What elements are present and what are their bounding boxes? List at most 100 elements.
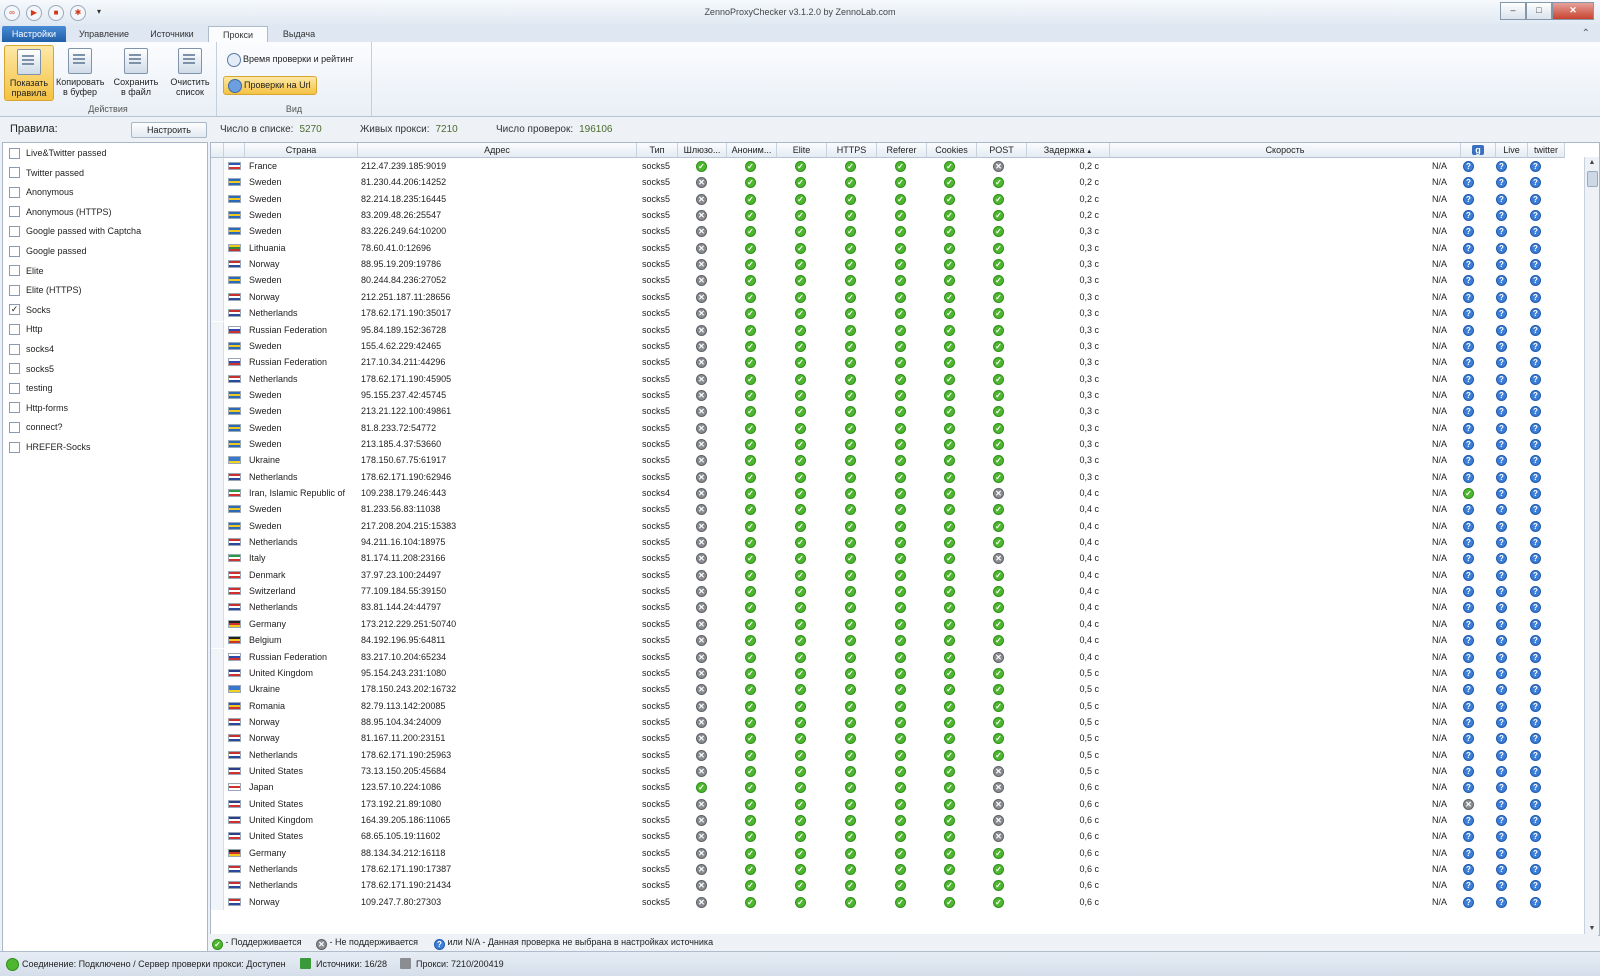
column-anonymous[interactable]: Аноним... [727,143,777,158]
rule-item[interactable]: socks4 [9,342,54,356]
rule-checkbox[interactable] [9,167,20,179]
table-row[interactable]: Netherlands 94.211.16.104:18975 socks5 ✕ ✓ ✓ ✓… [211,534,1561,551]
table-row[interactable]: Switzerland 77.109.184.55:39150 socks5 ✕ ✓ ✓ ✓… [211,583,1561,600]
table-row[interactable]: Netherlands 178.62.171.190:25963 socks5 ✕ ✓ ✓… [211,746,1561,763]
table-row[interactable]: Norway 88.95.19.209:19786 socks5 ✕ ✓ ✓ ✓ ✓ ✓ ✓ 0,3… [211,256,1561,273]
row-header[interactable] [211,239,224,257]
table-row[interactable]: Norway 81.167.11.200:23151 socks5 ✕ ✓ ✓ ✓ ✓ ✓ ✓ 0,… [211,730,1561,747]
table-row[interactable]: Netherlands 178.62.171.190:21434 socks5 ✕ ✓ ✓… [211,877,1561,894]
rule-checkbox[interactable] [9,323,20,335]
rule-item[interactable]: ✓ Socks [9,303,51,317]
column-live[interactable]: Live [1496,143,1528,158]
row-header[interactable] [211,877,224,894]
row-header[interactable] [211,648,224,665]
minimize-button[interactable]: – [1500,2,1526,20]
row-header[interactable] [211,713,224,731]
table-row[interactable]: Iran, Islamic Republic of 109.238.179.246… [211,485,1561,502]
tab-sources[interactable]: Источники [142,26,202,42]
row-header[interactable] [211,893,224,911]
table-row[interactable]: United States 73.13.150.205:45684 socks5 ✕ ✓… [211,762,1561,780]
row-header[interactable] [211,762,224,780]
row-header[interactable] [211,207,224,224]
show-rules-button[interactable]: Показать правила [4,45,54,101]
table-row[interactable]: United States 173.192.21.89:1080 socks5 ✕ ✓ ✓… [211,795,1561,812]
help-caret-icon[interactable]: ⌃ [1582,28,1590,39]
rule-item[interactable]: Http-forms [9,401,68,415]
row-header[interactable] [211,517,224,535]
table-row[interactable]: Sweden 81.233.56.83:11038 socks5 ✕ ✓ ✓ ✓ ✓ ✓ ✓ 0,4… [211,501,1561,518]
rule-item[interactable]: testing [9,381,53,395]
rule-item[interactable]: HREFER-Socks [9,440,91,454]
table-row[interactable]: Sweden 213.21.122.100:49861 socks5 ✕ ✓ ✓ ✓ ✓ ✓ ✓ 0… [211,403,1561,420]
row-header[interactable] [211,174,224,191]
table-row[interactable]: Belgium 84.192.196.95:64811 socks5 ✕ ✓ ✓ ✓ ✓ ✓ ✓ 0… [211,632,1561,649]
rule-checkbox[interactable] [9,382,20,394]
table-row[interactable]: Norway 88.95.104.34:24009 socks5 ✕ ✓ ✓ ✓ ✓ ✓ ✓ 0,5… [211,713,1561,731]
row-header[interactable] [211,223,224,240]
table-row[interactable]: Sweden 81.8.233.72:54772 socks5 ✕ ✓ ✓ ✓ ✓ ✓ ✓ 0,3 … [211,419,1561,436]
clear-list-button[interactable]: Очистить список [166,45,214,99]
table-row[interactable]: Netherlands 178.62.171.190:45905 socks5 ✕ ✓ ✓… [211,370,1561,387]
table-row[interactable]: Romania 82.79.113.142:20085 socks5 ✕ ✓ ✓ ✓ ✓ ✓ ✓ 0… [211,697,1561,714]
row-header[interactable] [211,812,224,829]
row-header[interactable] [211,370,224,387]
table-row[interactable]: Sweden 82.214.18.235:16445 socks5 ✕ ✓ ✓ ✓ ✓ ✓ ✓ 0,… [211,190,1561,208]
table-row[interactable]: United Kingdom 95.154.243.231:1080 socks5 ✕… [211,664,1561,682]
table-row[interactable]: Norway 109.247.7.80:27303 socks5 ✕ ✓ ✓ ✓ ✓ ✓ ✓ 0,6… [211,893,1561,911]
table-row[interactable]: Sweden 83.209.48.26:25547 socks5 ✕ ✓ ✓ ✓ ✓ ✓ ✓ 0,2… [211,207,1561,224]
table-row[interactable]: Sweden 95.155.237.42:45745 socks5 ✕ ✓ ✓ ✓ ✓ ✓ ✓ 0,… [211,386,1561,404]
column-gateway[interactable]: Шлюзо... [678,143,727,158]
table-row[interactable]: Sweden 80.244.84.236:27052 socks5 ✕ ✓ ✓ ✓ ✓ ✓ ✓ 0,… [211,272,1561,289]
rule-item[interactable]: Elite (HTTPS) [9,283,82,297]
table-row[interactable]: Norway 212.251.187.11:28656 socks5 ✕ ✓ ✓ ✓ ✓ ✓ ✓ 0… [211,288,1561,306]
rule-checkbox[interactable] [9,186,20,198]
row-header[interactable] [211,615,224,633]
table-row[interactable]: Russian Federation 83.217.10.204:65234 soc… [211,648,1561,665]
row-header[interactable] [211,485,224,502]
save-file-button[interactable]: Сохранить в файл [112,45,160,99]
rule-item[interactable]: Twitter passed [9,166,84,180]
tab-settings[interactable]: Настройки [2,26,66,42]
vertical-scrollbar[interactable]: ▲ ▼ [1584,157,1599,935]
column-https[interactable]: HTTPS [827,143,877,158]
column-elite[interactable]: Elite [777,143,827,158]
table-row[interactable]: Netherlands 178.62.171.190:17387 socks5 ✕ ✓ ✓… [211,861,1561,878]
rule-checkbox[interactable] [9,441,20,453]
row-header[interactable] [211,403,224,420]
rule-item[interactable]: Http [9,322,43,336]
row-header[interactable] [211,697,224,714]
table-row[interactable]: Russian Federation 95.84.189.152:36728 soc… [211,321,1561,338]
table-row[interactable]: Netherlands 178.62.171.190:35017 socks5 ✕ ✓ ✓… [211,305,1561,322]
row-header[interactable] [211,566,224,584]
table-row[interactable]: Denmark 37.97.23.100:24497 socks5 ✕ ✓ ✓ ✓ ✓ ✓ ✓ 0,… [211,566,1561,584]
copy-buffer-button[interactable]: Копировать в буфер [56,45,104,99]
rule-item[interactable]: Google passed [9,244,87,258]
rule-item[interactable]: Anonymous (HTTPS) [9,205,112,219]
scroll-thumb[interactable] [1587,171,1598,187]
column-address[interactable]: Адрес [358,143,637,158]
rule-item[interactable]: Live&Twitter passed [9,146,107,160]
rule-checkbox[interactable] [9,147,20,159]
rule-checkbox[interactable] [9,245,20,257]
rule-item[interactable]: Elite [9,264,44,278]
rule-item[interactable]: socks5 [9,362,54,376]
table-row[interactable]: Netherlands 178.62.171.190:62946 socks5 ✕ ✓ ✓… [211,468,1561,485]
table-row[interactable]: Germany 173.212.229.251:50740 socks5 ✕ ✓ ✓ ✓ ✓ ✓… [211,615,1561,633]
rule-item[interactable]: Google passed with Captcha [9,224,141,238]
row-header[interactable] [211,419,224,436]
tab-output[interactable]: Выдача [272,26,326,42]
row-header[interactable] [211,158,224,175]
column-twitter[interactable]: twitter [1528,143,1565,158]
row-header[interactable] [211,354,224,371]
table-row[interactable]: Ukraine 178.150.67.75:61917 socks5 ✕ ✓ ✓ ✓ ✓ ✓ ✓ 0… [211,452,1561,469]
table-row[interactable]: Sweden 155.4.62.229:42465 socks5 ✕ ✓ ✓ ✓ ✓ ✓ ✓ 0,3… [211,337,1561,355]
row-header[interactable] [211,583,224,600]
row-header[interactable] [211,190,224,208]
table-row[interactable]: Germany 88.134.34.212:16118 socks5 ✕ ✓ ✓ ✓ ✓ ✓ ✓ 0… [211,844,1561,862]
table-row[interactable]: Italy 81.174.11.208:23166 socks5 ✕ ✓ ✓ ✓ ✓ ✓ ✕ 0,4… [211,550,1561,567]
url-checks-button[interactable]: Проверки на Url [223,76,317,95]
table-row[interactable]: Ukraine 178.150.243.202:16732 socks5 ✕ ✓ ✓ ✓ ✓ ✓… [211,681,1561,698]
rule-checkbox[interactable] [9,265,20,277]
column-speed[interactable]: Скорость [1110,143,1461,158]
rule-checkbox[interactable] [9,421,20,433]
